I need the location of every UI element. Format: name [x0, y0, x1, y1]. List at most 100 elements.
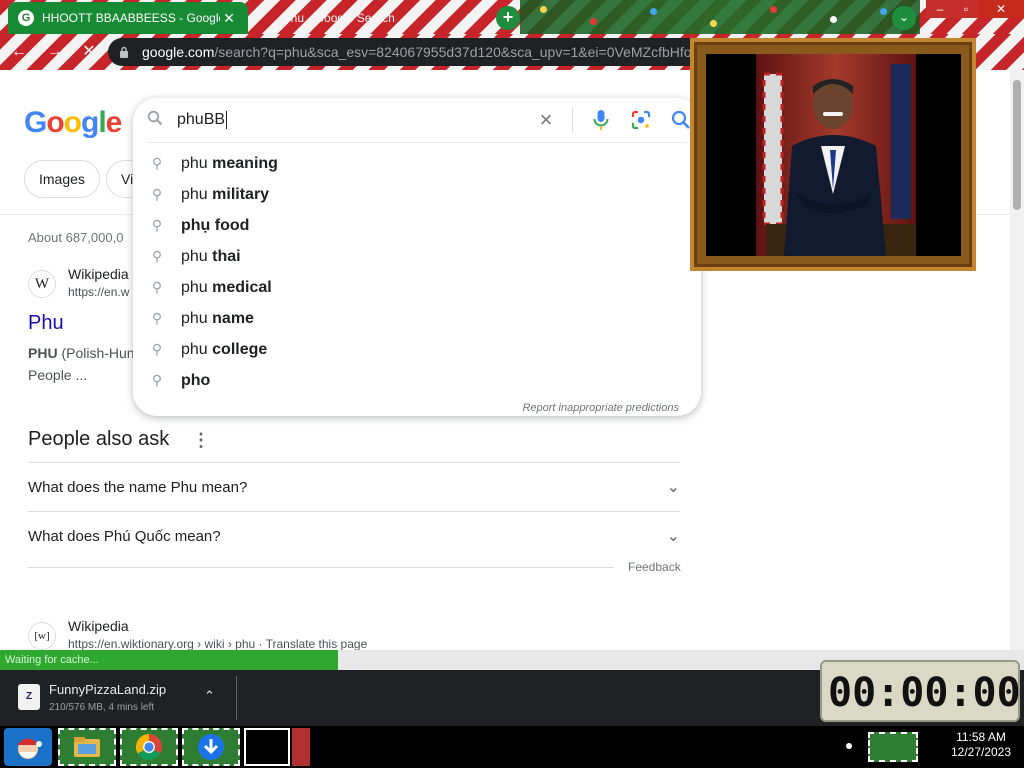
suggestion-item[interactable]: ⚲ phụ food	[133, 210, 701, 241]
people-also-ask-title: People also ask	[28, 428, 170, 450]
chrome-icon	[135, 733, 162, 761]
wiktionary-favicon-icon: [w]	[28, 622, 56, 650]
divider	[147, 142, 687, 143]
chip-images[interactable]: Images	[24, 160, 100, 198]
system-tray-icons[interactable]	[868, 732, 918, 762]
suggestion-item[interactable]: ⚲ pho	[133, 365, 701, 396]
url-path: /search?q=phu&sca_esv=824067955d37d120&s…	[214, 44, 692, 60]
result-url[interactable]: https://en.wiktionary.org › wiki › phu ·…	[68, 637, 367, 651]
clock[interactable]: 11:58 AM 12/27/2023	[946, 730, 1016, 760]
paa-question[interactable]: What does the name Phu mean? ⌄	[28, 463, 680, 511]
suggestion-completion: medical	[212, 278, 272, 296]
suggestion-item[interactable]: ⚲ phu medical	[133, 272, 701, 303]
result-url[interactable]: https://en.w	[68, 285, 129, 299]
suggestion-prefix: phu	[181, 154, 208, 172]
search-icon: ⚲	[151, 186, 163, 202]
suggestion-prefix: phu	[181, 340, 208, 358]
chevron-up-icon[interactable]: ⌃	[204, 688, 215, 704]
divider	[28, 567, 614, 568]
address-bar[interactable]: google.com/search?q=phu&sca_esv=82406795…	[108, 38, 708, 66]
suggestion-completion: military	[212, 185, 270, 203]
suggestion-prefix: phu	[181, 309, 208, 327]
result-title-link[interactable]: Phu	[28, 312, 64, 335]
suggestion-prefix: phu	[181, 278, 208, 296]
stop-reload-button[interactable]: ✕	[78, 41, 100, 63]
search-icon: ⚲	[151, 155, 163, 171]
clock-time: 11:58 AM	[956, 730, 1006, 744]
framed-portrait-overlay[interactable]	[690, 38, 976, 271]
tab-title: phu - Google Search	[284, 11, 395, 25]
download-progress-text: 210/576 MB, 4 mins left	[49, 702, 155, 713]
new-tab-button[interactable]: +	[496, 6, 520, 30]
paa-question-text: What does Phú Quốc mean?	[28, 527, 221, 545]
taskbar-edge	[292, 728, 310, 766]
result-site-name: Wikipedia	[68, 266, 129, 282]
timer-display: 00:00:00	[828, 670, 1021, 716]
suggestion-completion: meaning	[212, 154, 278, 172]
folder-icon	[74, 737, 100, 757]
tab-search-button[interactable]: ⌄	[892, 6, 916, 30]
divider	[236, 676, 237, 720]
forward-button[interactable]: →	[44, 41, 66, 63]
download-filename[interactable]: FunnyPizzaLand.zip	[49, 682, 166, 697]
tab-title: HHOOTT BBAABBEESS - Google	[42, 11, 220, 25]
wikipedia-favicon-icon: W	[28, 270, 56, 298]
suggestion-completion: phụ food	[181, 216, 250, 234]
google-logo[interactable]: Google	[24, 106, 122, 140]
taskbar-window-button[interactable]	[244, 728, 290, 766]
chevron-down-icon: ⌄	[666, 528, 680, 545]
close-tab-icon[interactable]: ✕	[462, 10, 480, 27]
voice-search-mic-icon[interactable]	[581, 109, 621, 131]
tray-indicator-dot	[846, 743, 852, 749]
taskbar-chrome-button[interactable]	[120, 728, 178, 766]
search-icon: ⚲	[151, 372, 163, 388]
suggestion-prefix: phu	[181, 247, 208, 265]
scrollbar-thumb[interactable]	[1013, 80, 1021, 210]
result-stats: About 687,000,0	[28, 230, 124, 245]
report-predictions-link[interactable]: Report inappropriate predictions	[522, 402, 679, 414]
paa-question-text: What does the name Phu mean?	[28, 478, 248, 496]
countdown-timer-widget[interactable]: 00:00:00	[820, 660, 1021, 722]
search-icon: ⚲	[151, 310, 163, 326]
logo-letter: G	[24, 106, 47, 139]
suggestion-item[interactable]: ⚲ phu military	[133, 179, 701, 210]
back-button[interactable]: ←	[8, 41, 30, 63]
suggestion-completion: thai	[212, 247, 241, 265]
status-bar: Waiting for cache...	[0, 650, 338, 670]
close-window-button[interactable]: ✕	[978, 0, 1024, 18]
more-options-icon[interactable]: ⋮	[192, 430, 210, 451]
google-favicon-icon: G	[18, 10, 34, 26]
feedback-link[interactable]: Feedback	[628, 560, 681, 574]
close-tab-icon[interactable]: ✕	[220, 10, 238, 27]
taskbar: 11:58 AM 12/27/2023	[0, 726, 1024, 768]
search-icon	[133, 110, 177, 131]
paa-question[interactable]: What does Phú Quốc mean? ⌄	[28, 512, 680, 560]
url-host: google.com	[142, 44, 215, 60]
tab-phu-search[interactable]: phu - Google Search ✕	[250, 2, 490, 34]
clear-search-icon[interactable]: ×	[528, 107, 564, 133]
logo-letter: o	[46, 106, 64, 139]
zip-file-icon: Z	[18, 684, 40, 710]
start-button[interactable]	[4, 728, 52, 766]
maximize-button[interactable]: ▫	[952, 0, 980, 18]
snippet-bold: PHU	[28, 345, 58, 361]
suggestion-item[interactable]: ⚲ phu meaning	[133, 148, 701, 179]
taskbar-download-button[interactable]	[182, 728, 240, 766]
search-box: phuBB × ⚲ phu meaning ⚲ phu military ⚲ phụ …	[133, 98, 701, 416]
search-input[interactable]: phuBB	[177, 111, 528, 129]
google-lens-icon[interactable]	[621, 109, 661, 131]
suggestion-completion: name	[212, 309, 254, 327]
suggestion-item[interactable]: ⚲ phu thai	[133, 241, 701, 272]
result-site-name: Wikipedia	[68, 618, 129, 634]
vertical-scrollbar[interactable]	[1010, 70, 1024, 650]
search-result: [w] Wikipedia https://en.wiktionary.org …	[28, 618, 428, 651]
search-icon: ⚲	[151, 217, 163, 233]
logo-letter: g	[81, 106, 99, 139]
suggestion-item[interactable]: ⚲ phu name	[133, 303, 701, 334]
suggestion-completion: pho	[181, 371, 211, 389]
taskbar-explorer-button[interactable]	[58, 728, 116, 766]
tab-hot-babes[interactable]: G HHOOTT BBAABBEESS - Google ✕	[8, 2, 248, 34]
clock-date: 12/27/2023	[950, 745, 1012, 759]
minimize-button[interactable]: –	[926, 0, 954, 18]
suggestion-item[interactable]: ⚲ phu college	[133, 334, 701, 365]
